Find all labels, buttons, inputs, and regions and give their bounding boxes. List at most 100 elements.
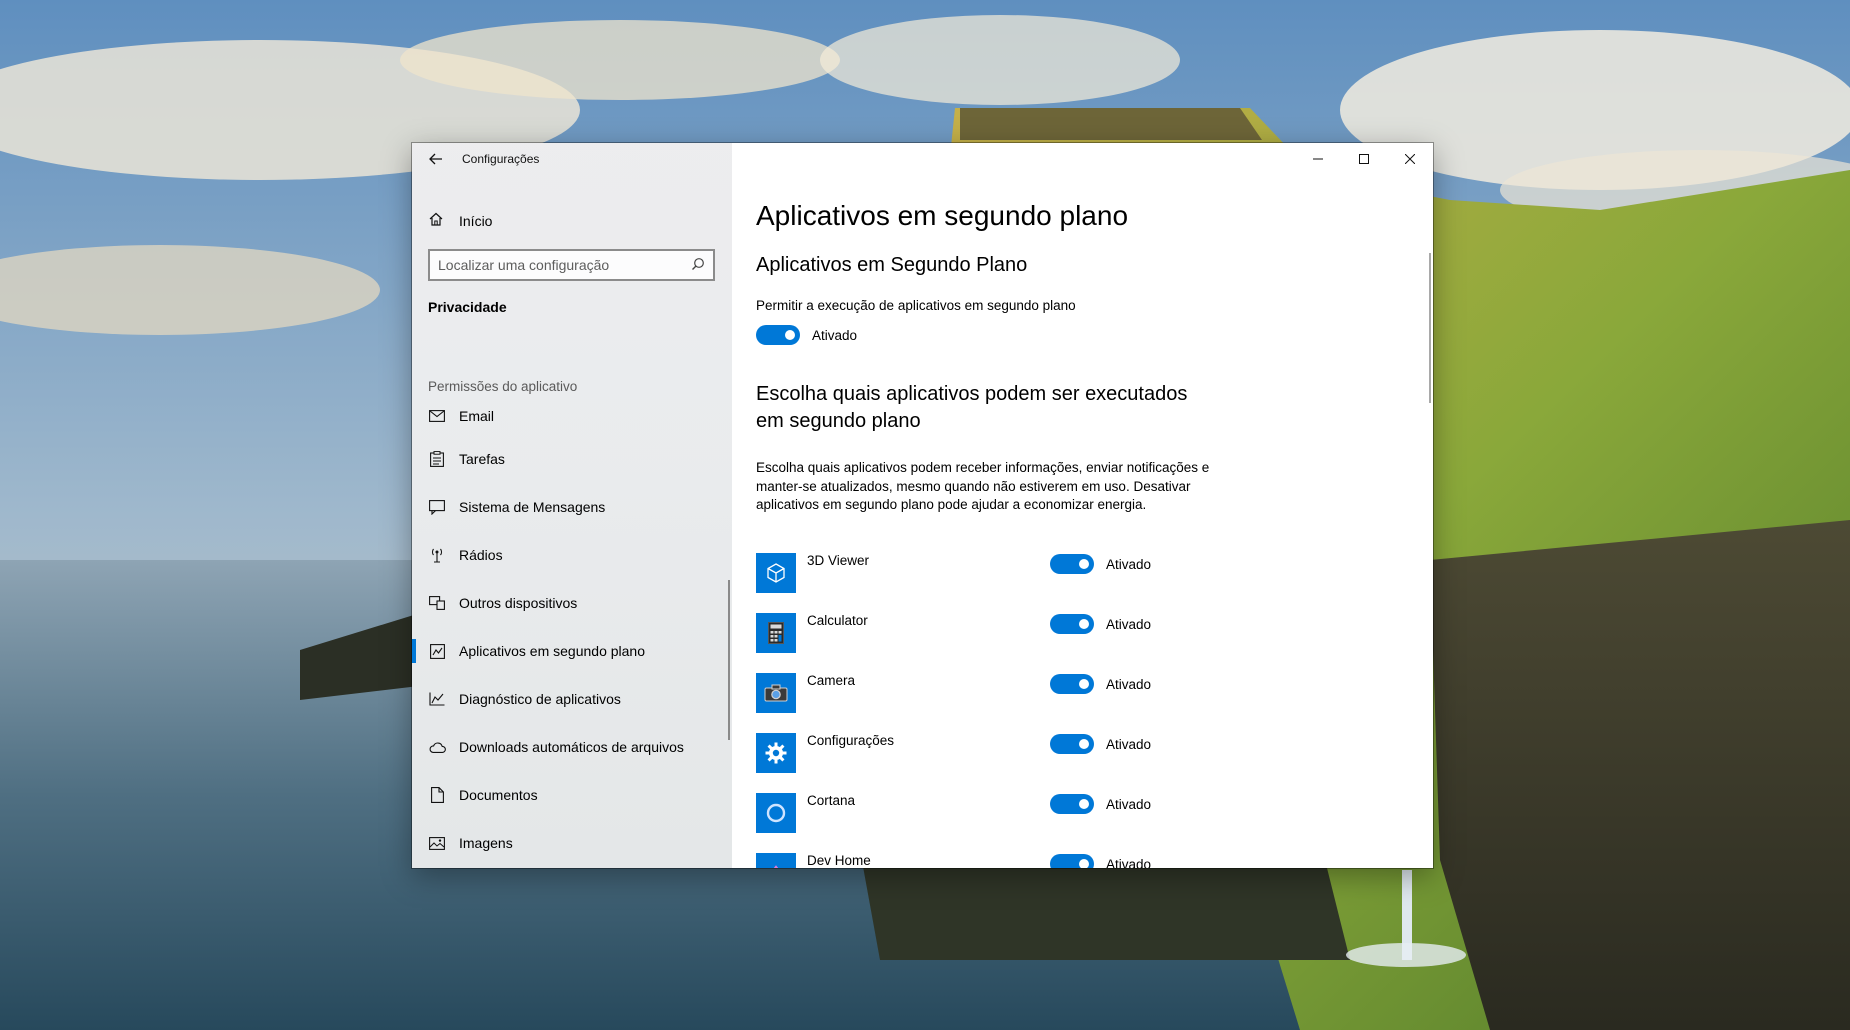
radio-tower-icon — [428, 547, 446, 563]
app-toggle-row: Ativado — [1050, 854, 1151, 868]
window-title: Configurações — [462, 152, 540, 166]
arrow-left-icon — [429, 153, 442, 165]
sidebar-item-mensagens[interactable]: Sistema de Mensagens — [412, 483, 728, 531]
tasks-icon — [428, 451, 446, 467]
search-input[interactable] — [438, 257, 691, 273]
background-apps-icon — [428, 643, 446, 659]
sidebar-item-diagnostico[interactable]: Diagnóstico de aplicativos — [412, 675, 728, 723]
app-toggle[interactable] — [1050, 734, 1094, 754]
toggle-knob — [1079, 619, 1089, 629]
toggle-state-text: Ativado — [1106, 856, 1152, 869]
sidebar-item-label: Aplicativos em segundo plano — [459, 643, 646, 659]
dev-home-icon — [756, 853, 796, 868]
caption-buttons — [1295, 143, 1433, 175]
sidebar-item-email[interactable]: Email — [412, 397, 728, 435]
choose-apps-description: Escolha quais aplicativos podem receber … — [756, 460, 1210, 512]
app-toggle[interactable] — [1050, 554, 1094, 574]
app-name: 3D Viewer — [807, 553, 870, 568]
allow-background-label: Permitir a execução de aplicativos em se… — [756, 298, 1076, 313]
app-row: Calculator Ativado — [756, 613, 1176, 653]
settings-content: Aplicativos em segundo plano Aplicativos… — [732, 143, 1433, 868]
sidebar-item-outros-dispositivos[interactable]: Outros dispositivos — [412, 579, 728, 627]
sidebar-item-tarefas[interactable]: Tarefas — [412, 435, 728, 483]
sidebar-item-label: Sistema de Mensagens — [459, 499, 606, 515]
search-box[interactable] — [428, 249, 715, 281]
sidebar-item-label: Email — [459, 408, 495, 424]
cube-icon — [756, 553, 796, 593]
messaging-icon — [428, 499, 446, 515]
app-row: Cortana Ativado — [756, 793, 1176, 833]
sidebar-item-imagens[interactable]: Imagens — [412, 819, 728, 867]
camera-icon — [756, 673, 796, 713]
toggle-knob — [1079, 559, 1089, 569]
app-toggle[interactable] — [1050, 674, 1094, 694]
app-toggle-row: Ativado — [1050, 734, 1151, 754]
close-button[interactable] — [1387, 143, 1433, 175]
home-link[interactable]: Início — [412, 203, 732, 239]
toggle-state-text: Ativado — [1106, 676, 1152, 692]
maximize-icon — [1359, 154, 1369, 164]
minimize-icon — [1313, 158, 1323, 160]
maximize-button[interactable] — [1341, 143, 1387, 175]
allow-background-row: Ativado — [756, 325, 857, 345]
toggle-state-text: Ativado — [1106, 616, 1152, 632]
sidebar-item-aplicativos-segundo-plano[interactable]: Aplicativos em segundo plano — [412, 627, 728, 675]
app-row: Camera Ativado — [756, 673, 1176, 713]
devices-icon — [428, 596, 446, 610]
sidebar-item-downloads[interactable]: Downloads automáticos de arquivos — [412, 723, 728, 771]
sidebar-item-label: Downloads automáticos de arquivos — [459, 739, 684, 755]
minimize-button[interactable] — [1295, 143, 1341, 175]
home-icon — [428, 211, 446, 231]
toggle-knob — [1079, 859, 1089, 868]
section-title: Aplicativos em Segundo Plano — [756, 254, 1028, 276]
sidebar-item-label: Diagnóstico de aplicativos — [459, 691, 621, 707]
content-scrollbar[interactable] — [1429, 253, 1431, 403]
nav-list: Email Tarefas Sistema de Mensagens Rádio… — [412, 397, 728, 867]
toggle-state-text: Ativado — [812, 327, 858, 343]
app-toggle-row: Ativado — [1050, 554, 1151, 574]
document-icon — [428, 787, 446, 803]
app-row: Dev Home Ativado — [756, 853, 1176, 868]
sidebar-item-label: Rádios — [459, 547, 503, 563]
app-name: Camera — [807, 673, 856, 688]
app-toggle[interactable] — [1050, 794, 1094, 814]
toggle-state-text: Ativado — [1106, 556, 1152, 572]
sidebar-item-label: Documentos — [459, 787, 538, 803]
app-toggle[interactable] — [1050, 614, 1094, 634]
sidebar-item-label: Outros dispositivos — [459, 595, 578, 611]
app-row: Configurações Ativado — [756, 733, 1176, 773]
toggle-knob — [785, 330, 795, 340]
search-icon[interactable] — [691, 257, 705, 274]
app-name: Dev Home — [807, 853, 871, 868]
sidebar-item-label: Tarefas — [459, 451, 505, 467]
gear-icon — [756, 733, 796, 773]
calculator-icon — [756, 613, 796, 653]
app-toggle[interactable] — [1050, 854, 1094, 868]
category-heading: Privacidade — [428, 299, 507, 315]
app-row: 3D Viewer Ativado — [756, 553, 1176, 593]
toggle-knob — [1079, 799, 1089, 809]
sidebar-scrollbar[interactable] — [728, 580, 730, 740]
home-label: Início — [459, 213, 493, 229]
toggle-state-text: Ativado — [1106, 736, 1152, 752]
app-toggle-row: Ativado — [1050, 794, 1151, 814]
diagnostics-icon — [428, 692, 446, 706]
app-toggle-row: Ativado — [1050, 674, 1151, 694]
settings-sidebar: Configurações Início Privacidade Permiss… — [412, 143, 732, 868]
mail-icon — [428, 410, 446, 422]
sidebar-item-radios[interactable]: Rádios — [412, 531, 728, 579]
allow-background-toggle[interactable] — [756, 325, 800, 345]
titlebar-left: Configurações — [412, 143, 732, 175]
cortana-ring-icon — [756, 793, 796, 833]
sidebar-item-documentos[interactable]: Documentos — [412, 771, 728, 819]
back-button[interactable] — [412, 143, 460, 175]
app-name: Configurações — [807, 733, 895, 748]
cloud-icon — [428, 742, 446, 753]
image-icon — [428, 836, 446, 850]
toggle-knob — [1079, 739, 1089, 749]
page-title: Aplicativos em segundo plano — [756, 200, 1129, 231]
choose-apps-heading: Escolha quais aplicativos podem ser exec… — [756, 383, 1188, 432]
toggle-state-text: Ativado — [1106, 796, 1152, 812]
app-toggle-row: Ativado — [1050, 614, 1151, 634]
toggle-knob — [1079, 679, 1089, 689]
